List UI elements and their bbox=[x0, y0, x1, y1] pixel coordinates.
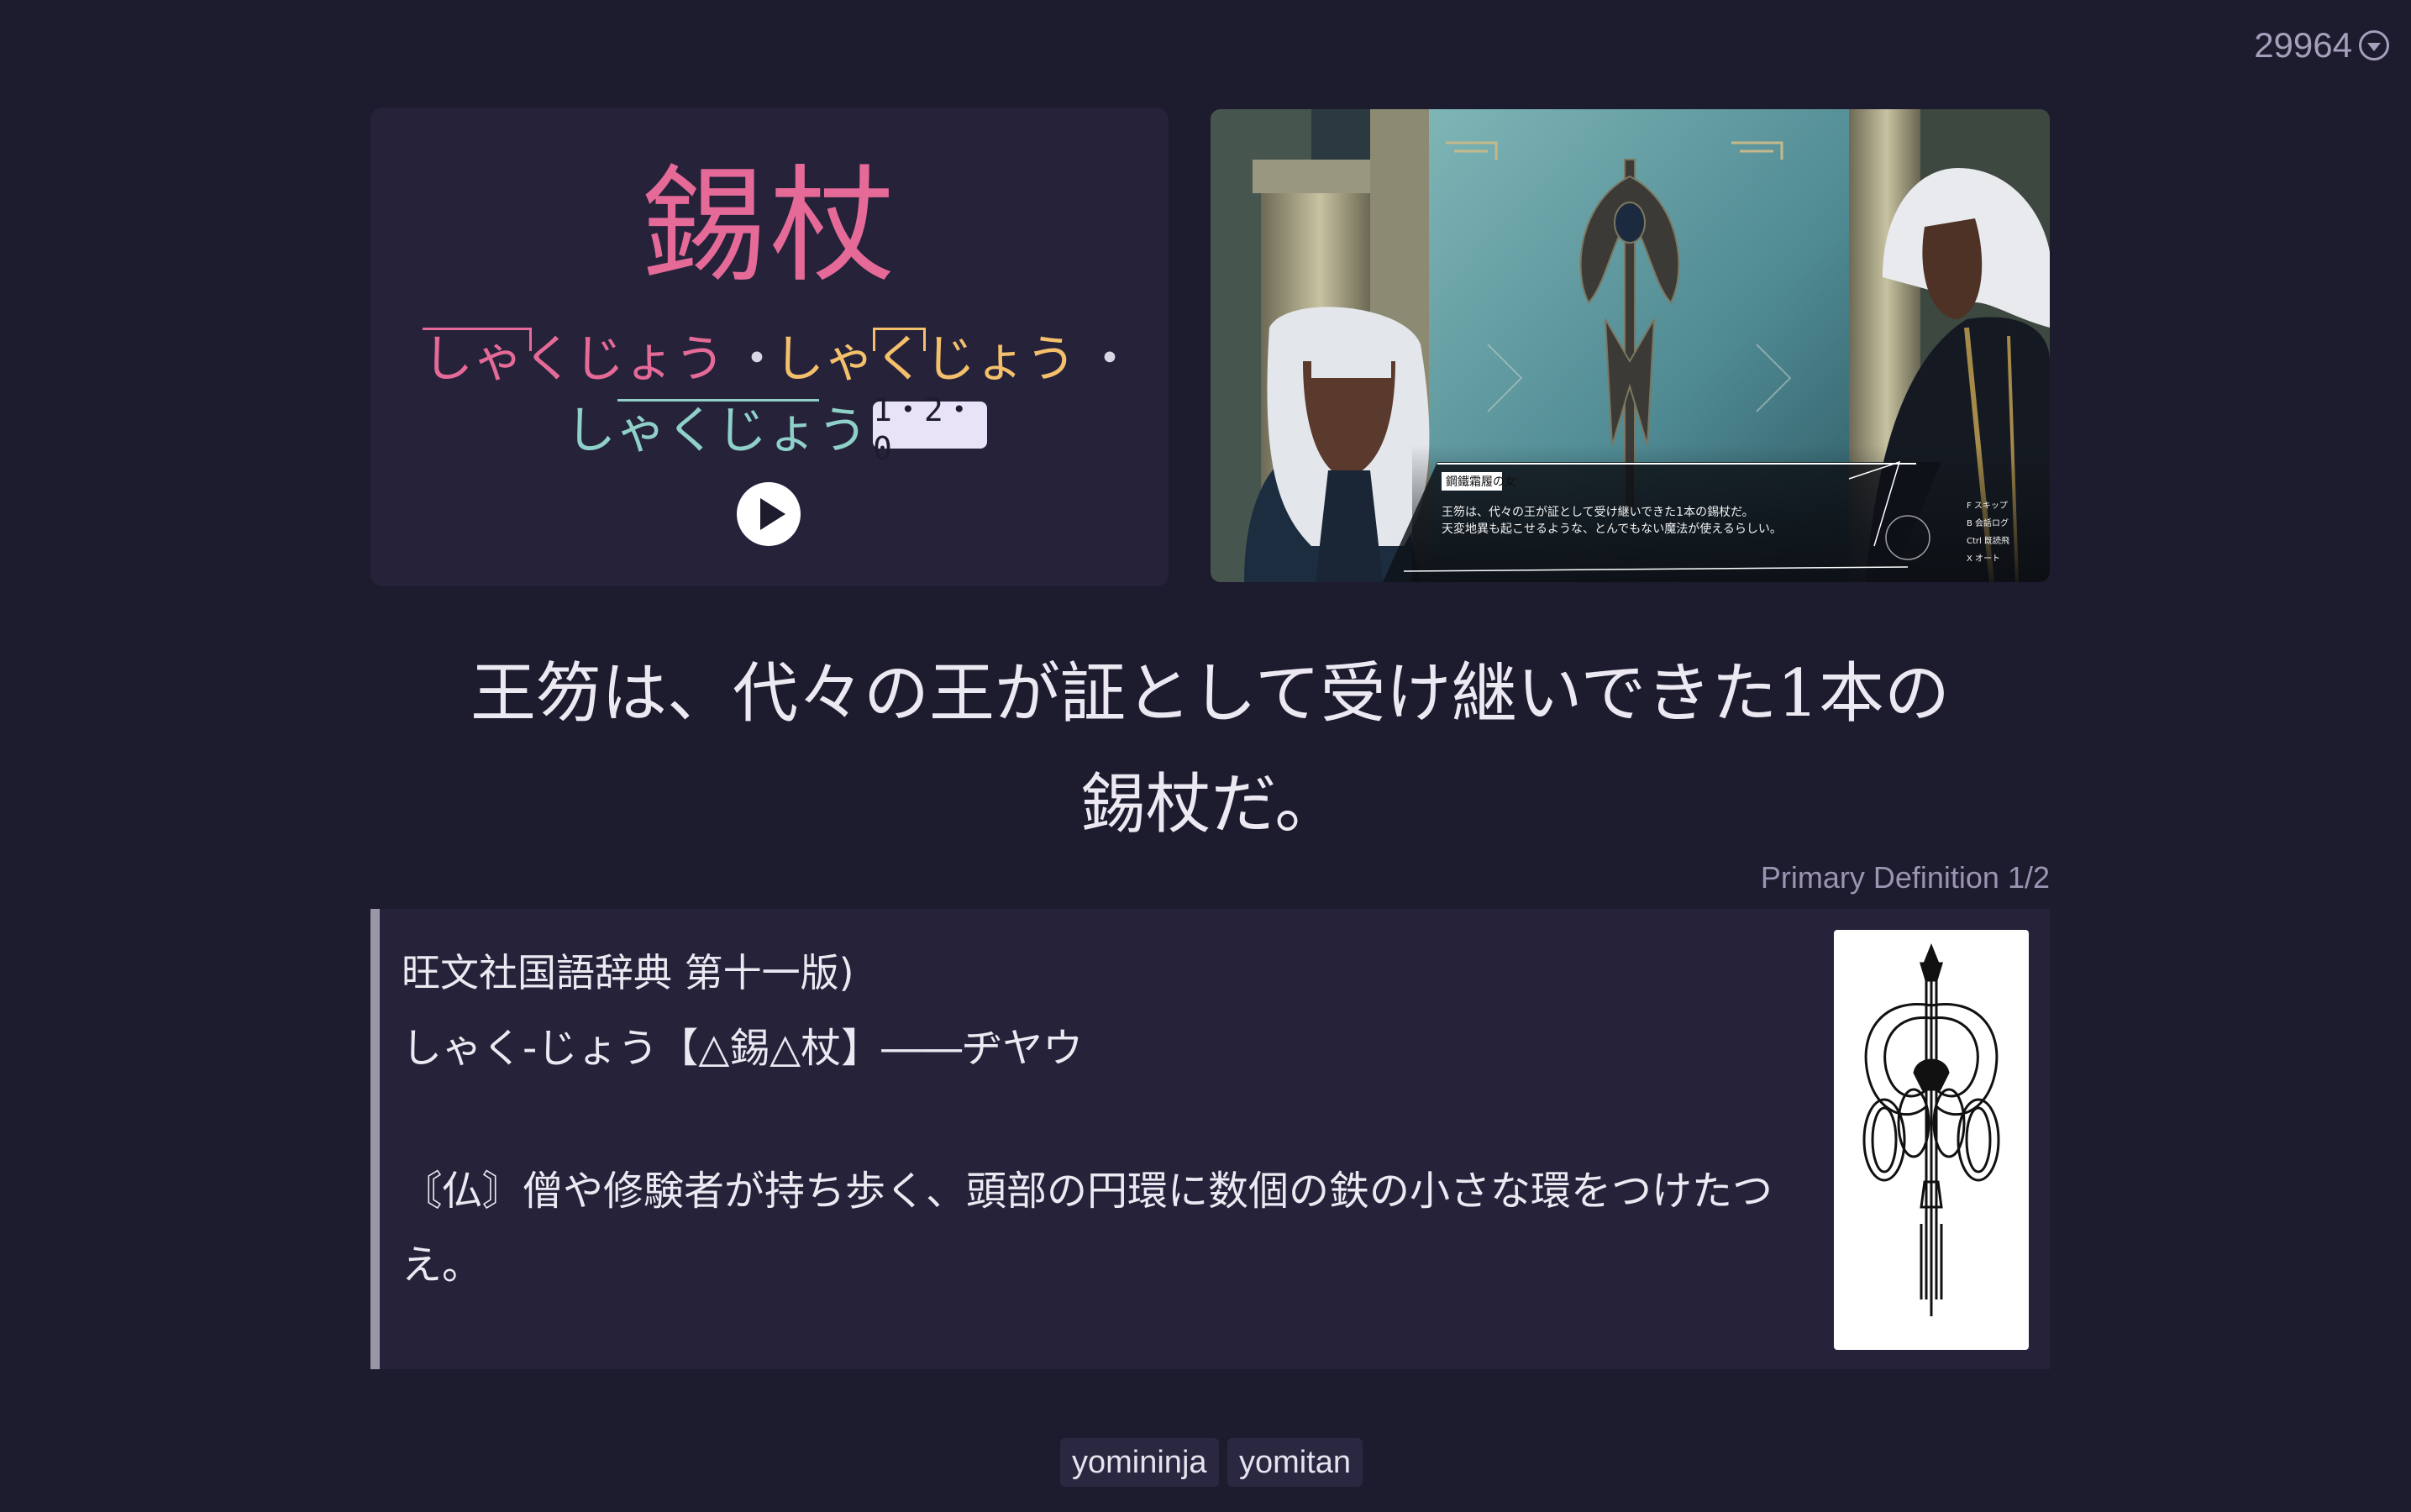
chevron-down-icon[interactable] bbox=[2359, 30, 2389, 60]
expression: 錫杖 bbox=[639, 154, 899, 300]
dictionary-name: 旺文社国語辞典 第十一版) bbox=[402, 950, 854, 995]
control-hint: X オート bbox=[1967, 554, 2001, 564]
control-hint: B 会話ログ bbox=[1967, 519, 2009, 528]
reading-separator: ・ bbox=[1085, 330, 1135, 389]
dictionary-headword: しゃく-じょう【△錫△杖】――ヂヤウ bbox=[402, 1025, 1084, 1072]
tag-chip[interactable]: yomitan bbox=[1227, 1438, 1363, 1487]
reading-1: しゃくじょう bbox=[423, 328, 725, 385]
definition-label: Primary Definition 1/2 bbox=[1760, 860, 2050, 895]
staff-drawing bbox=[1862, 942, 2000, 1316]
reading-2: しゃくじょう bbox=[774, 328, 1076, 385]
play-audio-button[interactable] bbox=[737, 482, 801, 546]
reading-3: しゃくじょう bbox=[565, 399, 868, 456]
definition-gloss: 〘仏〙僧や修験者が持ち歩く、頭部の円環に数個の鉄の小さな環をつけたつえ。 bbox=[402, 1168, 1773, 1289]
speaker-name: 鋼鐵霜履の女 bbox=[1446, 475, 1516, 489]
control-hint: Ctrl 既読飛 bbox=[1967, 537, 2009, 546]
control-hint: F スキップ bbox=[1967, 501, 2008, 511]
pitch-badge: 1・2・0 bbox=[873, 391, 987, 467]
example-sentence: 王笏は、代々の王が証として受け継いできた1本の 錫杖だ。 bbox=[370, 638, 2050, 860]
sentence-line: 王笏は、代々の王が証として受け継いできた1本の bbox=[470, 656, 1950, 732]
shakujo-illustration bbox=[1834, 930, 2029, 1350]
game-screenshot: 鋼鐵霜履の女 王笏は、代々の王が証として受け継いできた1本の錫杖だ。 天変地異も… bbox=[1211, 109, 2050, 582]
definition-card: 旺文社国語辞典 第十一版) しゃく-じょう【△錫△杖】――ヂヤウ 〘仏〙僧や修験… bbox=[370, 909, 2050, 1369]
tag-chip[interactable]: yomininja bbox=[1060, 1438, 1219, 1487]
sentence-line: 錫杖だ。 bbox=[1079, 767, 1341, 843]
word-card: 錫杖 しゃくじょう ・ しゃくじょう ・ しゃくじょう 1・2・0 bbox=[370, 108, 1169, 586]
dialogue-line: 天変地異も起こせるような、とんでもない魔法が使えるらしい。 bbox=[1442, 522, 1782, 536]
card-count: 29964 bbox=[2254, 25, 2352, 65]
dialogue-line: 王笏は、代々の王が証として受け継いできた1本の錫杖だ。 bbox=[1442, 506, 1754, 519]
card-counter[interactable]: 29964 bbox=[2254, 25, 2389, 66]
